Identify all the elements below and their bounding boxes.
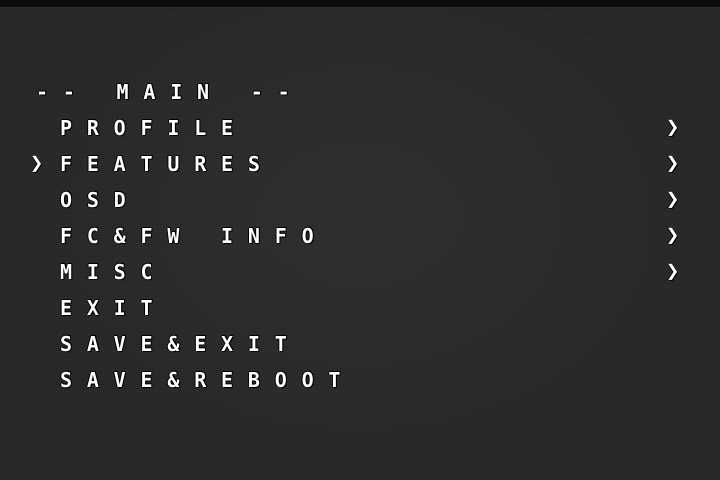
- top-border-strip: [0, 0, 720, 7]
- submenu-chevron-icon: ❯: [666, 187, 680, 212]
- submenu-chevron-icon: ❯: [666, 115, 680, 140]
- submenu-chevron-icon: ❯: [666, 223, 680, 248]
- menu-item-misc[interactable]: MISC: [60, 261, 167, 283]
- submenu-chevron-icon: ❯: [666, 259, 680, 284]
- menu-item-exit[interactable]: EXIT: [60, 297, 167, 319]
- selection-cursor-icon: ❯: [30, 151, 44, 176]
- menu-item-features[interactable]: FEATURES: [60, 153, 275, 175]
- osd-screen: -- MAIN -- PROFILE ❯ ❯ FEATURES ❯ OSD ❯ FC&FW I…: [0, 0, 720, 480]
- menu-item-fc-fw-info[interactable]: FC&FW INFO: [60, 225, 328, 247]
- menu-title: -- MAIN --: [36, 80, 305, 104]
- menu-item-profile[interactable]: PROFILE: [60, 117, 248, 139]
- submenu-chevron-icon: ❯: [666, 151, 680, 176]
- menu-item-osd[interactable]: OSD: [60, 189, 141, 211]
- menu-item-save-reboot[interactable]: SAVE&REBOOT: [60, 369, 355, 391]
- menu-item-save-exit[interactable]: SAVE&EXIT: [60, 333, 302, 355]
